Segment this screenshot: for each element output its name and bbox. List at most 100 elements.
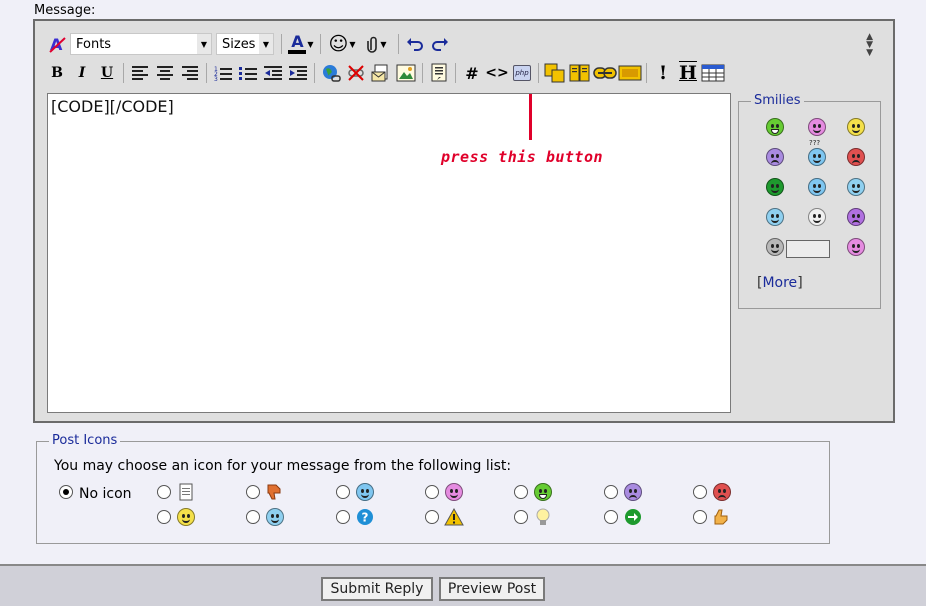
smilie-item[interactable]: ??? bbox=[796, 139, 838, 169]
post-icon-image bbox=[533, 482, 553, 502]
image-icon bbox=[396, 64, 416, 82]
post-icon-radio[interactable] bbox=[514, 485, 528, 499]
insert-smilie-button[interactable]: ☺ ▼ bbox=[325, 32, 359, 56]
align-right-icon bbox=[182, 66, 198, 80]
header-button[interactable]: H bbox=[676, 61, 700, 85]
wrap-code-button[interactable]: # bbox=[460, 61, 484, 85]
post-icon-image bbox=[712, 482, 732, 502]
post-icon-radio[interactable] bbox=[157, 510, 171, 524]
more-smilies-link[interactable]: More bbox=[762, 275, 797, 291]
smilie-item[interactable] bbox=[838, 238, 874, 259]
quote-icon bbox=[431, 63, 447, 82]
wrap-php-button[interactable]: php bbox=[510, 61, 534, 85]
font-select-value: Fonts bbox=[76, 36, 112, 52]
ordered-list-button[interactable]: 1 2 3 bbox=[211, 61, 235, 85]
post-icon-radio[interactable] bbox=[425, 485, 439, 499]
font-color-icon: A bbox=[288, 34, 307, 54]
tab-container-button[interactable] bbox=[543, 61, 567, 85]
post-icon-image bbox=[533, 507, 553, 527]
purple-smiley-icon bbox=[847, 208, 865, 226]
post-icon-radio[interactable] bbox=[693, 485, 707, 499]
smilie-item[interactable] bbox=[796, 208, 838, 229]
font-select[interactable]: Fonts ▼ bbox=[70, 33, 212, 55]
align-right-button[interactable] bbox=[178, 61, 202, 85]
insert-box-button[interactable] bbox=[618, 61, 642, 85]
table-icon bbox=[701, 64, 725, 82]
ordered-list-icon: 1 2 3 bbox=[214, 66, 232, 81]
post-icon-radio[interactable] bbox=[604, 485, 618, 499]
smilie-item[interactable] bbox=[786, 239, 838, 259]
smilie-item[interactable] bbox=[838, 208, 874, 229]
submit-reply-button[interactable]: Submit Reply bbox=[321, 577, 433, 601]
bold-button[interactable]: B bbox=[45, 61, 69, 85]
redo-button[interactable] bbox=[428, 32, 452, 56]
resize-arrows-icon: ▲ ▼ ▼ bbox=[866, 32, 873, 58]
post-icon-radio[interactable] bbox=[157, 485, 171, 499]
outdent-icon bbox=[264, 66, 282, 80]
smilie-item[interactable] bbox=[754, 208, 796, 229]
toolbar-separator bbox=[314, 63, 315, 83]
eek-smiley-icon bbox=[847, 178, 865, 196]
box-icon bbox=[618, 65, 642, 81]
post-icon-radio[interactable] bbox=[336, 510, 350, 524]
resize-editor-button[interactable]: ▲ ▼ ▼ bbox=[866, 32, 873, 58]
underline-button[interactable]: U bbox=[95, 61, 119, 85]
no-icon-label: No icon bbox=[79, 486, 132, 502]
smilie-item[interactable] bbox=[796, 118, 838, 139]
font-color-button[interactable]: A ▼ bbox=[286, 32, 316, 56]
shocked-smiley-icon bbox=[808, 208, 826, 226]
remove-link-button[interactable] bbox=[344, 61, 368, 85]
align-left-button[interactable] bbox=[128, 61, 152, 85]
blank-smiley-icon bbox=[786, 240, 830, 258]
outdent-button[interactable] bbox=[261, 61, 285, 85]
post-icon-radio[interactable] bbox=[693, 510, 707, 524]
more-smilies: [More] bbox=[757, 275, 803, 291]
indent-button[interactable] bbox=[286, 61, 310, 85]
post-icon-radio[interactable] bbox=[514, 510, 528, 524]
post-icon-radio[interactable] bbox=[246, 510, 260, 524]
smilie-item[interactable] bbox=[838, 118, 874, 139]
post-icon-radio[interactable] bbox=[246, 485, 260, 499]
smilie-item[interactable] bbox=[754, 118, 796, 139]
align-center-button[interactable] bbox=[153, 61, 177, 85]
green-smiley-icon bbox=[766, 178, 784, 196]
insert-link-button[interactable] bbox=[319, 61, 343, 85]
toolbar-separator bbox=[455, 63, 456, 83]
toolbar-separator bbox=[646, 63, 647, 83]
document-icon bbox=[176, 482, 196, 502]
unordered-list-icon bbox=[239, 67, 257, 80]
smilie-item[interactable] bbox=[838, 178, 874, 199]
attachment-button[interactable]: ▼ bbox=[360, 32, 394, 56]
italic-button[interactable]: I bbox=[70, 61, 94, 85]
insert-book-button[interactable] bbox=[568, 61, 592, 85]
wrap-quote-button[interactable] bbox=[427, 61, 451, 85]
svg-text:3: 3 bbox=[214, 76, 218, 81]
smile-smiley-icon bbox=[847, 118, 865, 136]
align-left-icon bbox=[132, 66, 148, 80]
exclaim-button[interactable]: ! bbox=[651, 61, 675, 85]
no-icon-radio[interactable] bbox=[59, 485, 73, 499]
post-icon-radio[interactable] bbox=[336, 485, 350, 499]
undo-button[interactable] bbox=[403, 32, 427, 56]
insert-link-chain-button[interactable] bbox=[593, 61, 617, 85]
grin-smiley-icon bbox=[766, 118, 784, 136]
smilies-grid: ??? bbox=[754, 118, 874, 259]
unlink-icon bbox=[348, 65, 364, 81]
toolbar-separator bbox=[422, 63, 423, 83]
insert-image-button[interactable] bbox=[394, 61, 418, 85]
smilie-item[interactable] bbox=[754, 148, 796, 169]
smilie-item[interactable] bbox=[796, 178, 838, 199]
insert-table-button[interactable] bbox=[701, 61, 725, 85]
smilie-item[interactable] bbox=[754, 178, 796, 199]
preview-post-button[interactable]: Preview Post bbox=[439, 577, 545, 601]
post-icon-radio[interactable] bbox=[604, 510, 618, 524]
smilie-item[interactable] bbox=[838, 148, 874, 169]
size-select[interactable]: Sizes ▼ bbox=[216, 33, 274, 55]
unordered-list-button[interactable] bbox=[236, 61, 260, 85]
insert-email-button[interactable] bbox=[369, 61, 393, 85]
remove-formatting-button[interactable]: A bbox=[45, 32, 69, 56]
message-textarea[interactable]: [CODE][/CODE] bbox=[47, 93, 731, 413]
wrap-html-button[interactable]: <> bbox=[485, 61, 509, 85]
post-icon-radio[interactable] bbox=[425, 510, 439, 524]
mad-smiley-icon bbox=[847, 148, 865, 166]
